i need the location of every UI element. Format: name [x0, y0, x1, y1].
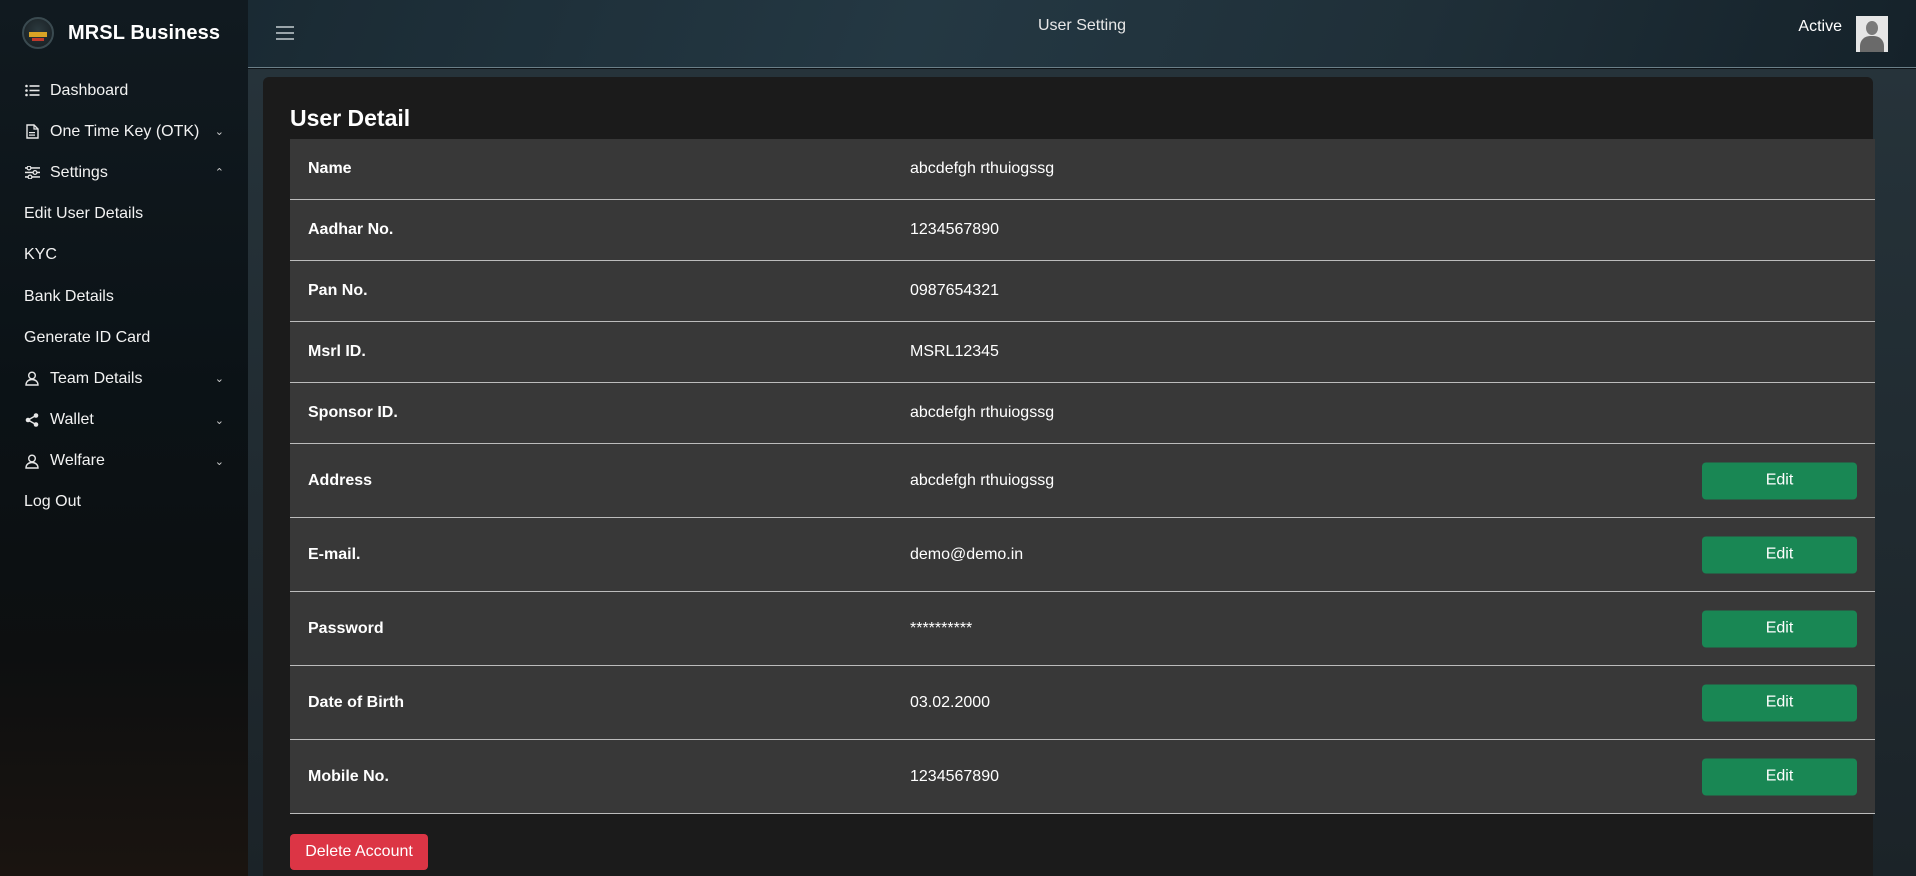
row-label: Date of Birth — [308, 693, 404, 711]
chevron-up-icon: ⌃ — [214, 167, 224, 180]
user-detail-card: User Detail Name abcdefgh rthuiogssg Aad… — [263, 77, 1875, 876]
brand-logo — [22, 17, 54, 49]
row-label: Sponsor ID. — [308, 404, 398, 421]
sidebar-item-label: KYC — [24, 246, 57, 264]
status-badge: Active — [1798, 18, 1842, 35]
avatar[interactable] — [1856, 16, 1888, 52]
row-label: Name — [308, 160, 352, 177]
table-row: E-mail. demo@demo.in Edit — [290, 518, 1875, 592]
sidebar-item-label: Wallet — [50, 411, 94, 429]
table-row: Pan No. 0987654321 — [290, 261, 1875, 322]
edit-email-button[interactable]: Edit — [1702, 536, 1857, 573]
user-icon — [24, 371, 40, 387]
delete-account-button[interactable]: Delete Account — [290, 834, 428, 870]
chevron-down-icon: ⌄ — [214, 455, 224, 468]
sidebar-item-edit-user-details[interactable]: Edit User Details — [0, 194, 248, 235]
chevron-down-icon: ⌄ — [214, 126, 224, 139]
brand[interactable]: MRSL Business — [0, 0, 248, 66]
row-label: Msrl ID. — [308, 343, 366, 360]
sidebar-item-team-details[interactable]: Team Details ⌄ — [0, 358, 248, 399]
chevron-down-icon: ⌄ — [214, 414, 224, 427]
sidebar-item-wallet[interactable]: Wallet ⌄ — [0, 400, 248, 441]
sidebar-item-label: Dashboard — [50, 81, 129, 99]
sidebar-nav: Dashboard One Time Key (OTK) ⌄ Settings … — [0, 70, 248, 523]
sidebar-item-label: Settings — [50, 163, 108, 181]
sidebar-item-settings[interactable]: Settings ⌃ — [0, 152, 248, 193]
sliders-icon — [24, 165, 40, 181]
sidebar-item-label: Edit User Details — [24, 205, 144, 223]
row-label: Password — [308, 619, 384, 637]
sidebar-item-label: Team Details — [50, 369, 143, 387]
sidebar-item-label: Log Out — [24, 493, 81, 511]
table-row: Name abcdefgh rthuiogssg — [290, 139, 1875, 200]
user-icon — [24, 453, 40, 469]
row-label: Pan No. — [308, 282, 368, 299]
row-value: 0987654321 — [910, 282, 999, 299]
chevron-down-icon: ⌄ — [214, 373, 224, 386]
row-label: Mobile No. — [308, 767, 389, 785]
sidebar-item-welfare[interactable]: Welfare ⌄ — [0, 441, 248, 482]
edit-mobile-button[interactable]: Edit — [1702, 758, 1857, 795]
edit-address-button[interactable]: Edit — [1702, 462, 1857, 499]
page-title: User Setting — [1037, 17, 1127, 34]
card-title: User Detail — [290, 105, 411, 131]
edit-date-of-birth-button[interactable]: Edit — [1702, 684, 1857, 721]
row-value: abcdefgh rthuiogssg — [910, 404, 1055, 421]
user-detail-table: Name abcdefgh rthuiogssg Aadhar No. 1234… — [290, 139, 1875, 814]
row-value: MSRL12345 — [910, 343, 999, 360]
sidebar-item-label: Bank Details — [24, 287, 114, 305]
sidebar-item-label: One Time Key (OTK) — [50, 122, 200, 140]
row-value: 1234567890 — [910, 221, 999, 238]
table-row: Address abcdefgh rthuiogssg Edit — [290, 444, 1875, 518]
table-row: Mobile No. 1234567890 Edit — [290, 740, 1875, 814]
sidebar-item-kyc[interactable]: KYC — [0, 235, 248, 276]
table-row: Password ********** Edit — [290, 592, 1875, 666]
sidebar-item-label: Generate ID Card — [24, 328, 151, 346]
brand-name: MRSL Business — [68, 21, 221, 44]
table-row: Msrl ID. MSRL12345 — [290, 322, 1875, 383]
sidebar-item-bank-details[interactable]: Bank Details — [0, 276, 248, 317]
table-row: Sponsor ID. abcdefgh rthuiogssg — [290, 383, 1875, 444]
table-row: Aadhar No. 1234567890 — [290, 200, 1875, 261]
sidebar-item-label: Welfare — [50, 452, 105, 470]
topbar: User Setting Active — [248, 0, 1916, 68]
sidebar-item-generate-id-card[interactable]: Generate ID Card — [0, 317, 248, 358]
row-label: E-mail. — [308, 545, 361, 563]
table-row: Date of Birth 03.02.2000 Edit — [290, 666, 1875, 740]
list-icon — [24, 83, 40, 99]
row-label: Address — [308, 471, 373, 489]
sidebar-item-dashboard[interactable]: Dashboard — [0, 70, 248, 111]
sidebar-item-logout[interactable]: Log Out — [0, 482, 248, 523]
row-value: abcdefgh rthuiogssg — [910, 160, 1055, 177]
row-label: Aadhar No. — [308, 221, 394, 238]
share-icon — [24, 412, 40, 428]
edit-password-button[interactable]: Edit — [1702, 610, 1857, 647]
sidebar: MRSL Business Dashboard One Time Key (OT… — [0, 0, 248, 876]
document-icon — [24, 124, 40, 140]
sidebar-item-otk[interactable]: One Time Key (OTK) ⌄ — [0, 111, 248, 152]
